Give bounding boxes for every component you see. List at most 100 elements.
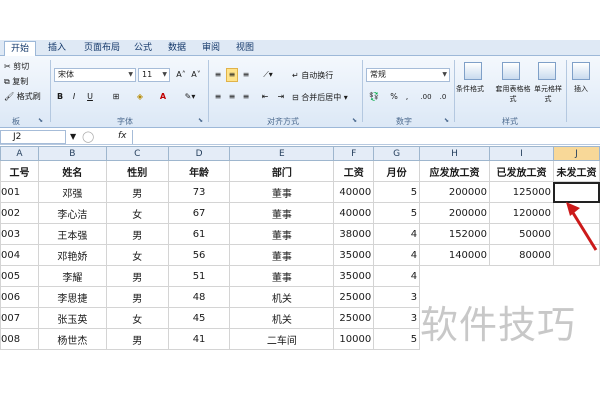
header-cell[interactable]: 应发放工资 <box>419 160 491 182</box>
cell[interactable]: 邓强 <box>37 181 107 203</box>
header-cell[interactable]: 工资 <box>333 160 375 182</box>
header-cell[interactable]: 未发工资 <box>552 160 600 182</box>
alignment-launcher-icon[interactable]: ⬊ <box>352 117 357 124</box>
cell[interactable]: 45 <box>167 307 231 329</box>
font-launcher-icon[interactable]: ⬊ <box>198 117 203 124</box>
cell[interactable]: 男 <box>105 328 169 350</box>
cell[interactable]: 李心洁 <box>37 202 107 224</box>
cell[interactable]: 5 <box>373 181 421 203</box>
header-cell[interactable]: 部门 <box>229 160 335 182</box>
cell[interactable]: 41 <box>167 328 231 350</box>
cell[interactable]: 40000 <box>333 202 375 224</box>
number-format-select[interactable]: 常规 ▼ <box>366 68 450 82</box>
align-bottom-icon[interactable]: ≡ <box>240 68 252 82</box>
cell[interactable]: 10000 <box>333 328 375 350</box>
cell[interactable]: 200000 <box>419 181 491 203</box>
cell[interactable]: 女 <box>105 244 169 266</box>
align-top-icon[interactable]: ≡ <box>212 68 224 82</box>
number-launcher-icon[interactable]: ⬊ <box>444 117 449 124</box>
cell[interactable] <box>420 266 490 287</box>
cell[interactable]: 25000 <box>333 286 375 308</box>
cell[interactable]: 61 <box>167 223 231 245</box>
cell[interactable]: 40000 <box>333 181 375 203</box>
cell[interactable]: 152000 <box>419 223 491 245</box>
cell[interactable]: 董事 <box>229 265 335 287</box>
cell[interactable]: 3 <box>373 307 421 329</box>
cell[interactable]: 38000 <box>333 223 375 245</box>
cell[interactable]: 男 <box>105 223 169 245</box>
cell[interactable]: 200000 <box>419 202 491 224</box>
cell[interactable]: 51 <box>167 265 231 287</box>
cell[interactable]: 56 <box>167 244 231 266</box>
cell[interactable]: 张玉英 <box>37 307 107 329</box>
chevron-down-icon[interactable]: ▼ <box>70 132 76 141</box>
cell[interactable]: 3 <box>373 286 421 308</box>
cell[interactable] <box>490 266 554 287</box>
tab-data[interactable]: 数据 <box>162 41 192 56</box>
percent-icon[interactable]: % <box>388 90 400 104</box>
cell[interactable]: 120000 <box>489 202 554 224</box>
column-header[interactable]: B <box>37 146 107 161</box>
merge-center-button[interactable]: ⊟ 合并后居中 ▾ <box>292 92 348 103</box>
column-header[interactable]: I <box>489 146 554 161</box>
tab-page-layout[interactable]: 页面布局 <box>78 41 126 56</box>
tab-home[interactable]: 开始 <box>4 41 37 56</box>
format-painter-button[interactable]: 🖌 格式刷 <box>4 91 41 102</box>
grow-font-button[interactable]: A˄ <box>174 68 188 82</box>
cell[interactable]: 李思捷 <box>37 286 107 308</box>
align-right-icon[interactable]: ≡ <box>240 90 252 104</box>
cell[interactable]: 5 <box>373 328 421 350</box>
align-left-icon[interactable]: ≡ <box>212 90 224 104</box>
cell[interactable]: 4 <box>373 223 421 245</box>
cell[interactable]: 杨世杰 <box>37 328 107 350</box>
function-icon[interactable]: fx <box>118 131 127 141</box>
format-as-table-button[interactable]: 套用表格格式 <box>494 84 532 104</box>
cell[interactable]: 35000 <box>333 265 375 287</box>
formula-input[interactable] <box>132 130 600 144</box>
cell[interactable]: 4 <box>373 244 421 266</box>
italic-button[interactable]: I <box>68 90 80 104</box>
font-name-select[interactable]: 宋体 ▼ <box>54 68 136 82</box>
cell[interactable]: 董事 <box>229 223 335 245</box>
text-orientation-icon[interactable]: ⟋▾ <box>258 68 278 82</box>
align-center-icon[interactable]: ≡ <box>226 90 238 104</box>
column-header[interactable]: A <box>0 146 39 161</box>
bold-button[interactable]: B <box>54 90 66 104</box>
cell[interactable] <box>553 266 599 287</box>
cell[interactable]: 女 <box>105 307 169 329</box>
conditional-format-button[interactable]: 条件格式 <box>456 84 484 94</box>
fill-color-icon[interactable]: ◈ <box>132 90 148 104</box>
cell[interactable]: 140000 <box>419 244 491 266</box>
column-header[interactable]: F <box>333 146 375 161</box>
cell[interactable]: 007 <box>0 307 39 329</box>
cell[interactable]: 006 <box>0 286 39 308</box>
column-header[interactable]: C <box>105 146 169 161</box>
cell[interactable]: 35000 <box>333 244 375 266</box>
decrease-indent-icon[interactable]: ⇤ <box>258 90 272 104</box>
cell[interactable]: 005 <box>0 265 39 287</box>
column-header[interactable]: G <box>373 146 421 161</box>
phonetic-icon[interactable]: ✎▾ <box>178 90 202 104</box>
cell[interactable]: 25000 <box>333 307 375 329</box>
increase-indent-icon[interactable]: ⇥ <box>274 90 288 104</box>
cell[interactable]: 4 <box>373 265 421 287</box>
decrease-decimal-icon[interactable]: .0 <box>436 90 450 104</box>
cell[interactable]: 男 <box>105 181 169 203</box>
cell[interactable]: 机关 <box>229 286 335 308</box>
cell[interactable]: 男 <box>105 286 169 308</box>
column-header[interactable]: D <box>167 146 231 161</box>
cell[interactable]: 73 <box>167 181 231 203</box>
format-as-table-icon[interactable] <box>502 62 520 80</box>
cell[interactable]: 003 <box>0 223 39 245</box>
formula-cancel-icon[interactable]: ◯ <box>82 130 94 143</box>
header-cell[interactable]: 姓名 <box>37 160 107 182</box>
cell[interactable]: 邓艳娇 <box>37 244 107 266</box>
wrap-text-button[interactable]: ↵ 自动换行 <box>292 70 333 81</box>
column-header[interactable]: H <box>419 146 491 161</box>
currency-icon[interactable]: 💱 <box>366 90 382 104</box>
cell[interactable]: 董事 <box>229 181 335 203</box>
insert-cells-button[interactable]: 插入 <box>574 84 588 94</box>
header-cell[interactable]: 工号 <box>0 160 39 182</box>
font-size-select[interactable]: 11 ▼ <box>138 68 170 82</box>
comma-icon[interactable]: , <box>402 90 412 104</box>
